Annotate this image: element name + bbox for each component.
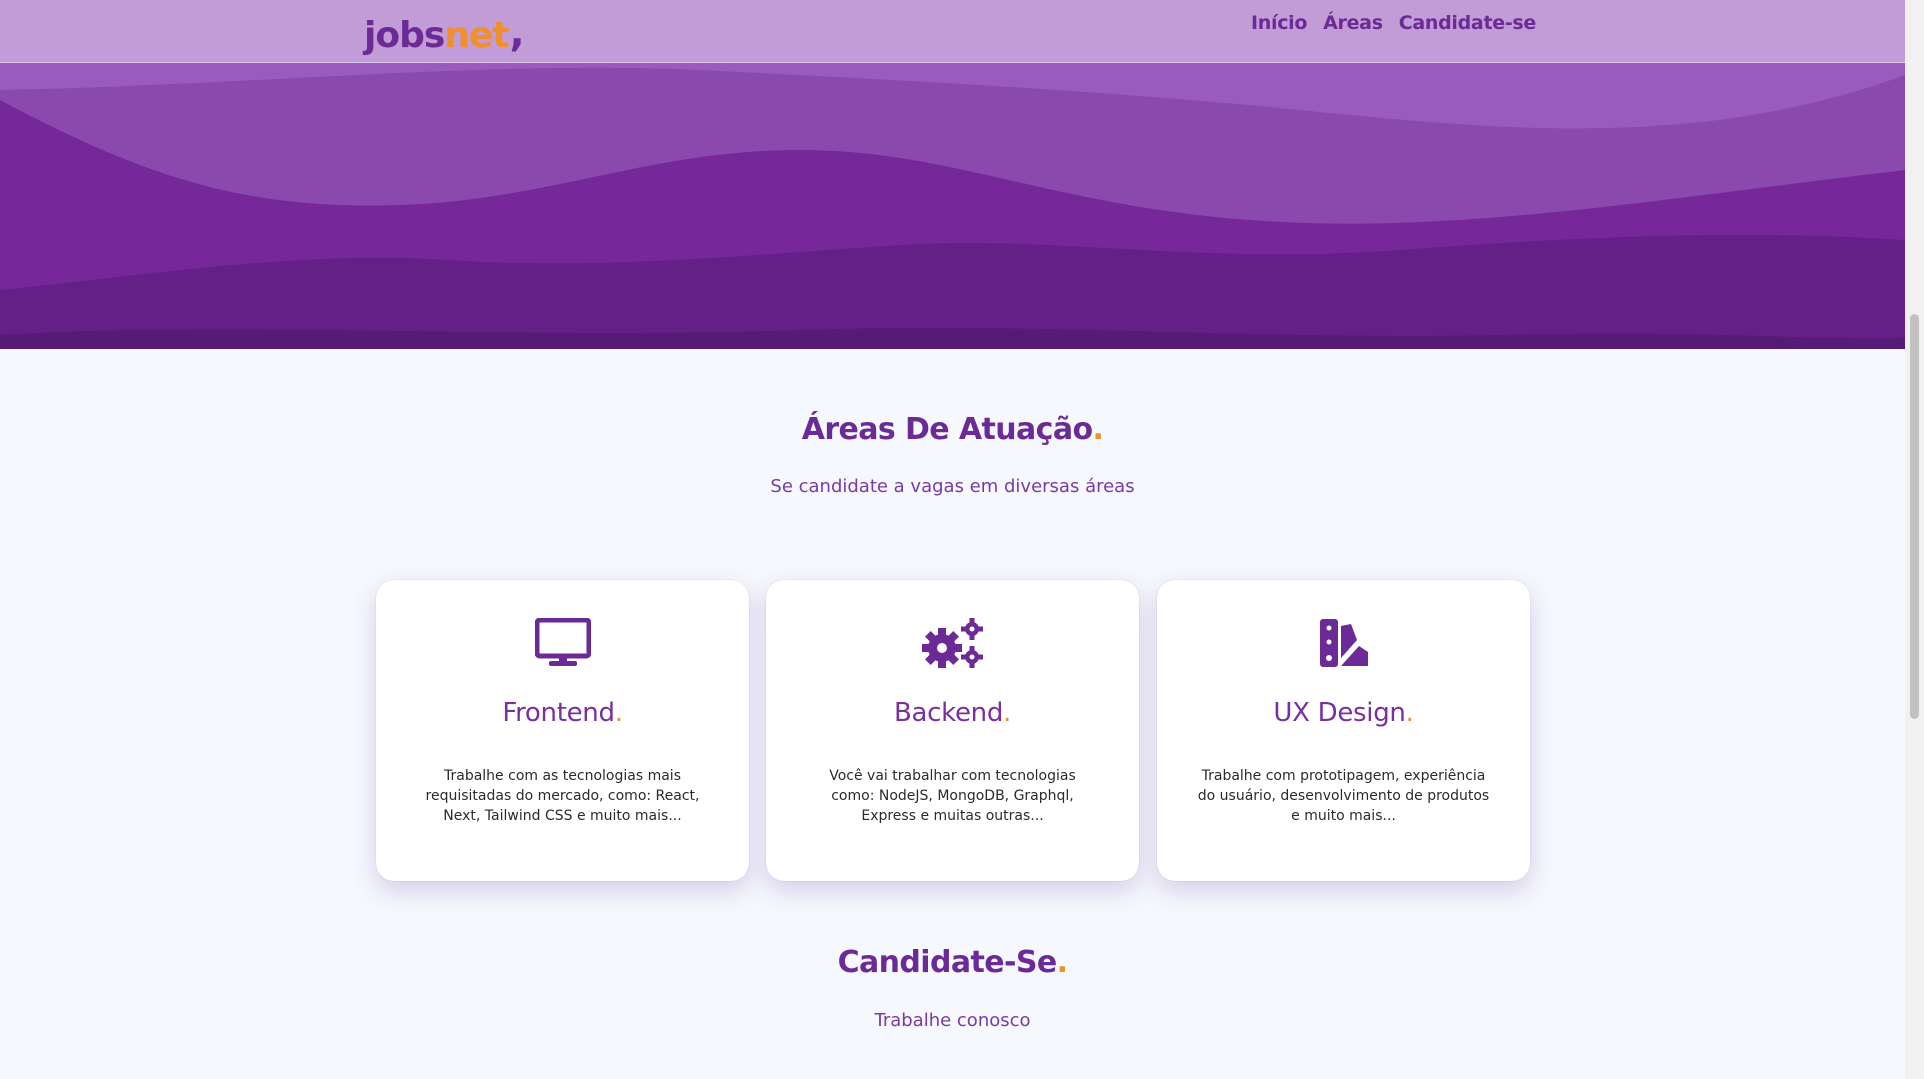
apply-section-title: Candidate-Se. xyxy=(0,945,1905,980)
logo-text-jobs: jobs xyxy=(364,15,445,56)
nav-link-inicio[interactable]: Início xyxy=(1251,12,1307,34)
area-card-description: Trabalhe com as tecnologias mais requisi… xyxy=(425,768,700,824)
monitor-icon xyxy=(376,618,749,668)
area-card-description: Trabalhe com prototipagem, experiência d… xyxy=(1197,768,1490,824)
navbar: jobs net, Início Áreas Candidate-se xyxy=(0,0,1905,63)
area-card-title-text: UX Design xyxy=(1273,698,1406,728)
swatchbook-icon xyxy=(1157,618,1530,668)
area-card-backend[interactable]: Backend. Você vai trabalhar com tecnolog… xyxy=(766,580,1139,881)
area-card-title: Frontend. xyxy=(376,698,749,728)
area-card-description: Você vai trabalhar com tecnologias como:… xyxy=(829,768,1076,824)
apply-title-text: Candidate-Se xyxy=(837,945,1058,980)
apply-title-dot: . xyxy=(1056,945,1068,980)
scrollbar-thumb[interactable] xyxy=(1910,314,1919,719)
area-card-title-dot: . xyxy=(1405,698,1414,728)
vertical-scrollbar[interactable] xyxy=(1905,0,1924,1079)
logo[interactable]: jobs net, xyxy=(364,8,525,56)
area-card-ux-design[interactable]: UX Design. Trabalhe com prototipagem, ex… xyxy=(1157,580,1530,881)
area-card-title-text: Frontend xyxy=(502,698,615,728)
logo-text-net: net xyxy=(444,15,509,56)
area-card-title: UX Design. xyxy=(1157,698,1530,728)
gears-icon xyxy=(766,618,1139,670)
logo-comma: , xyxy=(509,10,525,56)
areas-title-text: Áreas De Atuação xyxy=(801,412,1093,447)
area-card-title-text: Backend xyxy=(893,698,1004,728)
areas-title-dot: . xyxy=(1092,412,1104,447)
page: jobs net, Início Áreas Candidate-se Áreas… xyxy=(0,0,1905,1079)
main-nav: Início Áreas Candidate-se xyxy=(1251,12,1536,34)
apply-section-subtitle: Trabalhe conosco xyxy=(874,1010,1031,1031)
area-card-title: Backend. xyxy=(766,698,1139,728)
areas-section-subtitle: Se candidate a vagas em diversas áreas xyxy=(770,476,1135,497)
nav-link-candidate-se[interactable]: Candidate-se xyxy=(1399,12,1537,34)
area-card-title-dot: . xyxy=(1003,698,1012,728)
area-card-frontend[interactable]: Frontend. Trabalhe com as tecnologias ma… xyxy=(376,580,749,881)
area-card-title-dot: . xyxy=(614,698,623,728)
nav-link-areas[interactable]: Áreas xyxy=(1323,12,1383,34)
areas-section-title: Áreas De Atuação. xyxy=(0,412,1905,447)
